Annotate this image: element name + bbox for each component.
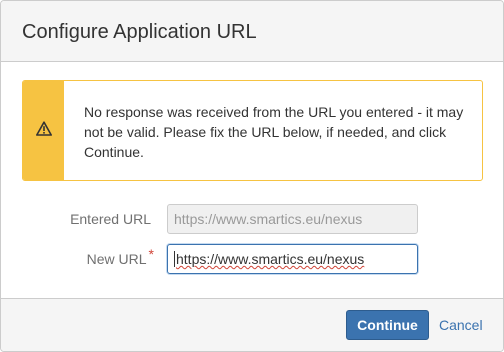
entered-url-row: Entered URL https://www.smartics.eu/nexu…: [1, 204, 503, 234]
required-marker: *: [148, 246, 154, 262]
continue-button[interactable]: Continue: [346, 310, 429, 340]
entered-url-field: https://www.smartics.eu/nexus: [167, 204, 418, 234]
warning-triangle-icon: [35, 120, 52, 141]
cancel-link[interactable]: Cancel: [439, 317, 483, 333]
new-url-row: New URL * https://www.smartics.eu/nexus: [1, 244, 503, 274]
dialog-footer: Continue Cancel: [1, 298, 503, 351]
new-url-label-text: New URL: [86, 251, 147, 267]
entered-url-value: https://www.smartics.eu/nexus: [174, 211, 363, 227]
dialog-header: Configure Application URL: [1, 1, 503, 62]
entered-url-label: Entered URL: [70, 211, 151, 227]
warning-message: No response was received from the URL yo…: [22, 80, 483, 181]
new-url-input[interactable]: https://www.smartics.eu/nexus: [167, 244, 418, 274]
configure-url-dialog: Configure Application URL No response wa…: [0, 0, 504, 352]
new-url-label: New URL *: [86, 246, 154, 267]
text-caret: [174, 251, 175, 267]
warning-text: No response was received from the URL yo…: [84, 104, 464, 160]
dialog-title: Configure Application URL: [22, 21, 257, 43]
warning-strip: [23, 81, 64, 180]
entered-url-label-text: Entered URL: [70, 211, 151, 227]
new-url-value: https://www.smartics.eu/nexus: [176, 251, 365, 267]
